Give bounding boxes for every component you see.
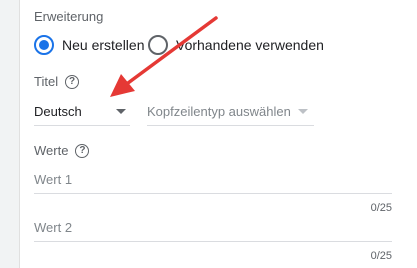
help-circle-icon[interactable]: ? <box>65 74 80 89</box>
title-label: Titel ? <box>34 74 80 89</box>
value-2-placeholder: Wert 2 <box>34 220 73 235</box>
value-1-counter: 0/25 <box>370 202 392 214</box>
header-type-placeholder: Kopfzeilentyp auswählen <box>147 104 291 119</box>
header-type-select[interactable]: Kopfzeilentyp auswählen <box>147 98 314 126</box>
radio-button-checked[interactable] <box>34 35 54 55</box>
value-1-placeholder: Wert 1 <box>34 172 73 187</box>
radio-option-existing[interactable]: Vorhandene verwenden <box>148 35 324 55</box>
title-label-text: Titel <box>34 74 59 89</box>
value-1-input[interactable]: Wert 1 <box>34 170 392 194</box>
radio-option-new[interactable]: Neu erstellen <box>34 35 145 55</box>
radio-label-new: Neu erstellen <box>62 37 145 53</box>
radio-button-unchecked[interactable] <box>148 35 168 55</box>
dropdown-caret-icon <box>298 109 308 114</box>
value-2-input[interactable]: Wert 2 <box>34 218 392 242</box>
values-label: Werte ? <box>34 143 90 158</box>
help-circle-icon[interactable]: ? <box>75 143 90 158</box>
left-rail <box>0 0 20 268</box>
values-label-text: Werte <box>34 143 69 158</box>
dropdown-caret-icon <box>116 109 126 114</box>
radio-label-existing: Vorhandene verwenden <box>176 37 324 53</box>
value-2-counter: 0/25 <box>370 250 392 262</box>
extension-label: Erweiterung <box>34 9 104 24</box>
language-select[interactable]: Deutsch <box>34 98 130 126</box>
language-select-value: Deutsch <box>34 104 82 119</box>
